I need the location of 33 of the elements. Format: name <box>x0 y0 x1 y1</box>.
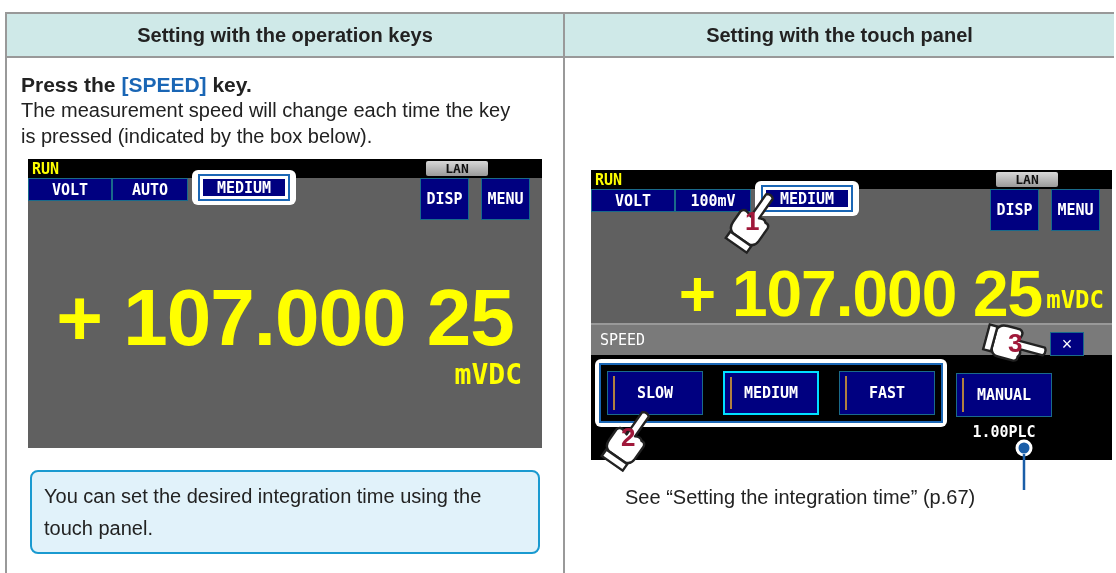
screen-button[interactable]: DISP <box>990 189 1039 231</box>
column-header: Setting with the touch panel <box>705 22 974 48</box>
screen-button[interactable]: MENU <box>481 178 530 220</box>
measurement-value: + 107.000 25 <box>55 278 515 358</box>
speed-option[interactable]: FAST <box>839 371 935 415</box>
status-label: RUN <box>32 159 60 178</box>
column-header: Setting with the operation keys <box>7 14 565 56</box>
screen-tab[interactable]: 100mV <box>675 189 751 212</box>
manual-button[interactable]: MANUAL <box>956 373 1052 417</box>
leader-line <box>1013 438 1035 490</box>
status-label: RUN <box>595 170 623 189</box>
screen-tab[interactable]: AUTO <box>112 178 188 201</box>
lan-indicator: LAN <box>426 161 488 176</box>
step-number: 3 <box>1008 328 1023 359</box>
measurement-value: + 107.000 25 <box>678 271 1043 317</box>
instruction: Press the [SPEED] key. <box>21 72 253 97</box>
integration-value: 1.00PLC <box>972 423 1036 441</box>
screen-tab[interactable]: MEDIUM <box>200 176 288 199</box>
speed-option[interactable]: MEDIUM <box>723 371 819 415</box>
screen-tab[interactable]: VOLT <box>28 178 112 201</box>
note-box: You can set the desired integration time using the touch panel. <box>30 470 540 554</box>
caption: See “Setting the integration time” (p.67) <box>625 486 977 509</box>
unit-label: mVDC <box>454 358 522 391</box>
speed-option[interactable]: SLOW <box>607 371 703 415</box>
close-button[interactable]: × <box>1050 332 1084 356</box>
screen-tab[interactable]: VOLT <box>591 189 675 212</box>
description: The measurement speed will change each time the key is pressed (indicated by the box below). <box>21 98 512 149</box>
unit-label: mVDC <box>1046 285 1104 316</box>
screen-button[interactable]: DISP <box>420 178 469 220</box>
panel-title: SPEED <box>600 331 646 349</box>
screen-button[interactable]: MENU <box>1051 189 1100 231</box>
lan-indicator: LAN <box>996 172 1058 187</box>
screen-tab[interactable]: MEDIUM <box>763 187 851 210</box>
